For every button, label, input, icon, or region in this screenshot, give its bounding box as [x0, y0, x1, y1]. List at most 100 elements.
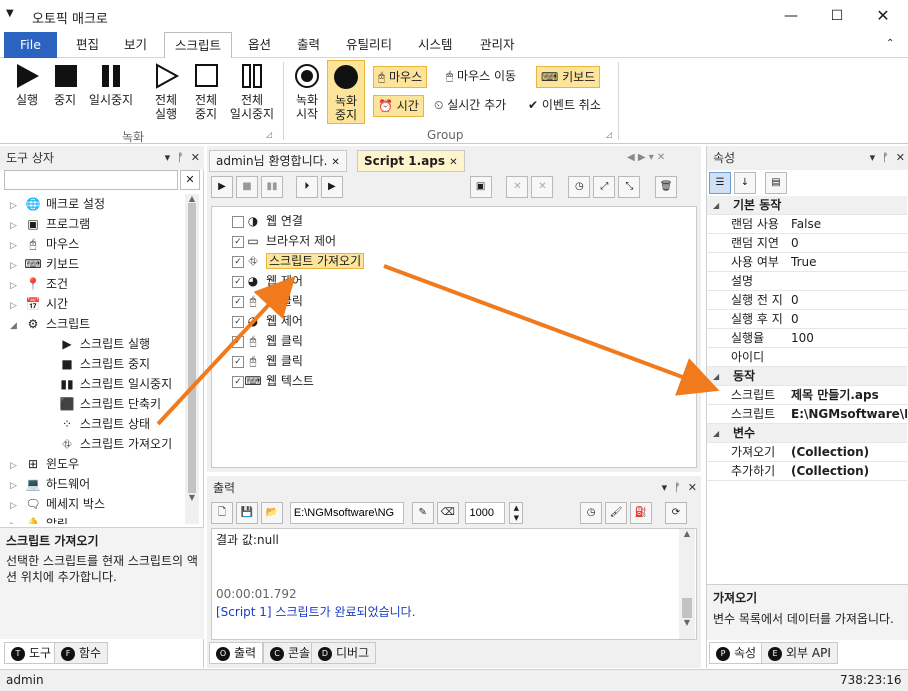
toolbox-item[interactable]: ▷ 🌐 매크로 설정	[10, 194, 184, 214]
property-value[interactable]: 0	[791, 234, 799, 252]
mouse-move-toggle[interactable]: 🖱 마우스 이동	[442, 66, 520, 88]
action-row[interactable]: ✓ ▭ 브라우저 제어	[232, 231, 696, 251]
tab-tools[interactable]: T 도구	[4, 642, 59, 664]
count-input[interactable]	[465, 502, 506, 524]
action-checkbox[interactable]: ✓	[232, 255, 244, 268]
expand-arrow-icon[interactable]: ▷	[10, 216, 24, 236]
toolbox-item[interactable]: ▷ ⊞ 윈도우	[10, 454, 184, 474]
toolbox-item[interactable]: ■ 스크립트 중지	[10, 354, 184, 374]
close-tab-icon[interactable]: ✕	[331, 157, 339, 168]
expand-arrow-icon[interactable]: ▷	[10, 236, 24, 256]
fill-icon[interactable]: ⛽	[630, 502, 653, 524]
panel-controls-icon[interactable]: ▾ ᚡ ✕	[662, 476, 697, 500]
property-row[interactable]: 실행 전 지 0	[707, 291, 907, 310]
toolbox-item[interactable]: ▮▮ 스크립트 일시중지	[10, 374, 184, 394]
clear-search-icon[interactable]: ✕	[180, 170, 200, 190]
pause-icon[interactable]: ▮▮	[261, 176, 283, 198]
expand-arrow-icon[interactable]: ▷	[10, 196, 24, 216]
property-row[interactable]: 스크립트 E:\NGMsoftware\I	[707, 405, 907, 424]
action-row[interactable]: ✓ 🖰 웹 클릭	[232, 331, 696, 351]
category-expand-icon[interactable]: ◢	[713, 424, 719, 442]
record-start-button[interactable]: 녹화 시작	[288, 62, 326, 121]
property-value[interactable]: 100	[791, 329, 814, 347]
menu-view[interactable]: 보기	[114, 32, 157, 58]
delete-all-icon[interactable]: ✕	[531, 176, 554, 198]
close-tab-icon[interactable]: ✕	[449, 157, 457, 168]
menu-system[interactable]: 시스템	[408, 32, 463, 58]
minimize-button[interactable]: —	[768, 0, 814, 32]
menu-admin[interactable]: 관리자	[470, 32, 525, 58]
output-scrollbar[interactable]: ▲ ▼	[679, 529, 695, 639]
property-pages-icon[interactable]: ▤	[765, 172, 787, 194]
toolbox-item[interactable]: ◢ ⚙ 스크립트	[10, 314, 184, 334]
timer-icon[interactable]: ◷	[568, 176, 591, 198]
toolbox-scrollbar[interactable]: ▲ ▼	[185, 194, 199, 524]
close-button[interactable]: ✕	[860, 0, 906, 32]
toolbox-item[interactable]: ▷ 🖰 마우스	[10, 234, 184, 254]
category-expand-icon[interactable]: ◢	[713, 367, 719, 385]
tab-debug[interactable]: D 디버그	[311, 642, 377, 664]
run-button[interactable]: 실행	[8, 62, 46, 107]
property-row[interactable]: 아이디	[707, 348, 907, 367]
save-icon[interactable]: 💾	[236, 502, 258, 524]
play-box-icon[interactable]: ▶	[320, 176, 343, 198]
action-row[interactable]: ✓ ◕ 웹 제어	[232, 271, 696, 291]
action-checkbox[interactable]: ✓	[232, 295, 244, 308]
property-value[interactable]: E:\NGMsoftware\I	[791, 405, 907, 423]
clean-icon[interactable]: ✎	[411, 502, 434, 524]
expand-arrow-icon[interactable]: ▷	[10, 476, 24, 496]
action-row[interactable]: ◑ 웹 연결	[232, 211, 696, 231]
tab-output[interactable]: O 출력	[209, 642, 264, 664]
toolbox-item[interactable]: ▷ 📍 조건	[10, 274, 184, 294]
output-path-input[interactable]	[289, 502, 404, 524]
tab-console[interactable]: C 콘솔	[263, 642, 318, 664]
panel-controls-icon[interactable]: ▾ ᚡ ✕	[870, 146, 905, 170]
toolbox-item[interactable]: ⁘ 스크립트 상태	[10, 414, 184, 434]
property-value[interactable]: 0	[791, 291, 799, 309]
property-row[interactable]: 사용 여부 True	[707, 253, 907, 272]
toolbox-item[interactable]: ▷🔔 알림	[10, 514, 184, 524]
tab-external-api[interactable]: E 외부 API	[761, 642, 838, 664]
tab-properties[interactable]: P 속성	[709, 642, 764, 664]
time-toggle[interactable]: ⏰ 시간	[373, 95, 424, 117]
expand-arrow-icon[interactable]: ▷	[10, 256, 24, 276]
record-stop-button[interactable]: 녹화 중지	[327, 60, 365, 124]
property-row[interactable]: 설명	[707, 272, 907, 291]
toolbox-item[interactable]: ▷ ⌨ 키보드	[10, 254, 184, 274]
action-checkbox[interactable]: ✓	[232, 335, 244, 348]
toolbox-item[interactable]: ▷ ▣ 프로그램	[10, 214, 184, 234]
expand-arrow-icon[interactable]: ▷	[10, 296, 24, 316]
count-stepper[interactable]: ▲ ▼	[509, 502, 524, 524]
maximize-button[interactable]: ☐	[814, 0, 860, 32]
expand-arrow-icon[interactable]: ◢	[10, 316, 24, 336]
expand-icon[interactable]: ⤢	[593, 176, 616, 198]
action-checkbox[interactable]: ✓	[232, 355, 244, 368]
action-checkbox[interactable]: ✓	[232, 275, 244, 288]
category-expand-icon[interactable]: ◢	[713, 196, 719, 214]
toolbox-item[interactable]: ⛗ 스크립트 가져오기	[10, 434, 184, 454]
panel-controls-icon[interactable]: ▾ ᚡ ✕	[165, 146, 200, 170]
action-checkbox[interactable]	[232, 215, 244, 228]
toolbox-search-input[interactable]	[4, 170, 178, 190]
property-value[interactable]: True	[791, 253, 817, 271]
property-category[interactable]: ◢ 기본 동작	[707, 196, 907, 215]
categorized-icon[interactable]: ☰	[709, 172, 731, 194]
expand-arrow-icon[interactable]: ▷	[10, 276, 24, 296]
property-value[interactable]: 0	[791, 310, 799, 328]
refresh-icon[interactable]: ⟳	[664, 502, 687, 524]
clock-icon[interactable]: ◷	[580, 502, 603, 524]
property-category[interactable]: ◢ 변수	[707, 424, 907, 443]
toolbox-item[interactable]: ▷ 💻 하드웨어	[10, 474, 184, 494]
image-icon[interactable]: ▣	[469, 176, 492, 198]
action-checkbox[interactable]: ✓	[232, 375, 244, 388]
action-row[interactable]: ✓ ⌨ 웹 텍스트	[232, 371, 696, 391]
keyboard-toggle[interactable]: ⌨ 키보드	[536, 66, 601, 88]
quick-access-icon[interactable]: ▼	[6, 8, 14, 19]
tab-functions[interactable]: F 함수	[54, 642, 109, 664]
event-cancel-toggle[interactable]: ✔ 이벤트 취소	[524, 95, 605, 117]
step-icon[interactable]: ⏵	[295, 176, 318, 198]
folder-icon[interactable]: 📂	[261, 502, 283, 524]
pause-all-button[interactable]: 전체 일시중지	[226, 62, 278, 121]
property-category[interactable]: ◢ 동작	[707, 367, 907, 386]
pause-button[interactable]: 일시중지	[84, 62, 138, 107]
